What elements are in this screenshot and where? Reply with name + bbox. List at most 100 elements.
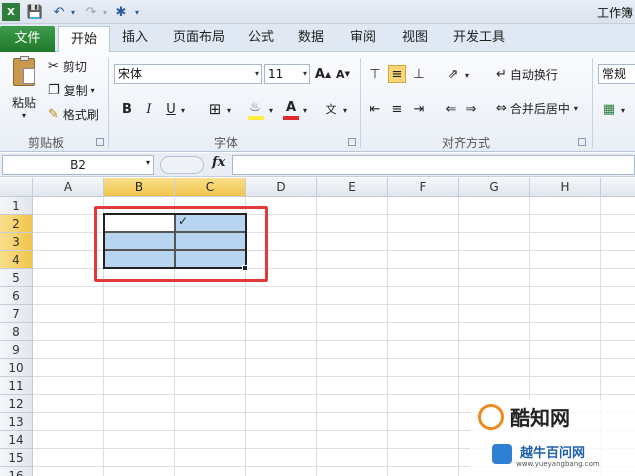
name-box[interactable]: B2	[2, 155, 154, 175]
font-launcher-icon[interactable]	[348, 138, 356, 146]
copy-button[interactable]: ❐ 复制 ▾	[48, 82, 95, 99]
group-divider	[360, 58, 361, 148]
save-icon[interactable]: 💾	[26, 3, 44, 21]
row-header-2[interactable]: 2	[0, 215, 33, 233]
paste-button[interactable]: 粘贴 ▾	[8, 56, 40, 128]
formula-input[interactable]	[232, 155, 635, 175]
gridline	[33, 340, 635, 341]
tab-review[interactable]: 审阅	[342, 24, 384, 52]
redo-dropdown-icon[interactable]: ▾	[100, 3, 110, 21]
tab-insert[interactable]: 插入	[112, 24, 158, 52]
row-header-16[interactable]: 16	[0, 467, 33, 476]
clipboard-launcher-icon[interactable]	[96, 138, 104, 146]
borders-icon[interactable]: ⊞	[206, 100, 224, 118]
tab-data[interactable]: 数据	[290, 24, 332, 52]
row-header-4[interactable]: 4	[0, 251, 33, 269]
row-header-1[interactable]: 1	[0, 197, 33, 215]
tab-view[interactable]: 视图	[394, 24, 436, 52]
shrink-font-icon[interactable]: A ▼	[334, 65, 352, 83]
underline-dropdown-icon[interactable]: ▾	[178, 101, 188, 119]
row-header-3[interactable]: 3	[0, 233, 33, 251]
accounting-format-icon[interactable]: ▦	[600, 100, 618, 118]
row-header-10[interactable]: 10	[0, 359, 33, 377]
fill-color-dropdown-icon[interactable]: ▾	[266, 101, 276, 119]
number-format-select[interactable]: 常规	[598, 64, 635, 84]
undo-dropdown-icon[interactable]: ▾	[68, 3, 78, 21]
copy-dropdown-icon[interactable]: ▾	[91, 86, 95, 95]
row-header-12[interactable]: 12	[0, 395, 33, 413]
merge-center-button[interactable]: ⇔ 合并后居中 ▾	[496, 100, 578, 117]
column-header-a[interactable]: A	[33, 178, 104, 197]
italic-button[interactable]: I	[140, 100, 158, 118]
phonetic-guide-icon[interactable]: 文	[322, 100, 340, 118]
align-center-icon[interactable]: ≡	[388, 100, 406, 118]
grow-font-icon[interactable]: A ▲	[314, 65, 332, 83]
column-header-h[interactable]: H	[530, 178, 601, 197]
align-middle-icon[interactable]: ≡	[388, 65, 406, 83]
font-name-dropdown-icon[interactable]: ▾	[255, 65, 259, 83]
borders-dropdown-icon[interactable]: ▾	[224, 101, 234, 119]
row-header-5[interactable]: 5	[0, 269, 33, 287]
insert-function-icon[interactable]: fx	[212, 155, 225, 170]
column-header-f[interactable]: F	[388, 178, 459, 197]
row-header-9[interactable]: 9	[0, 341, 33, 359]
window-title: 工作簿	[596, 6, 633, 20]
tab-formulas[interactable]: 公式	[240, 24, 282, 52]
wrap-text-button[interactable]: ↵ 自动换行	[496, 66, 558, 83]
tab-home[interactable]: 开始	[58, 26, 110, 53]
excel-app-icon[interactable]: X	[2, 3, 20, 21]
column-header-i[interactable]	[601, 178, 635, 197]
cut-label: 剪切	[62, 60, 87, 74]
fill-color-icon[interactable]: ♨	[246, 98, 264, 116]
font-name-select[interactable]: 宋体 ▾	[114, 64, 262, 84]
column-header-b[interactable]: B	[104, 178, 175, 197]
row-header-6[interactable]: 6	[0, 287, 33, 305]
align-top-icon[interactable]: ⊤	[366, 65, 384, 83]
formula-splitter[interactable]	[160, 156, 204, 174]
orientation-dropdown-icon[interactable]: ▾	[462, 66, 472, 84]
column-header-e[interactable]: E	[317, 178, 388, 197]
align-left-icon[interactable]: ⇤	[366, 100, 384, 118]
tools-icon[interactable]: ✱	[112, 3, 130, 21]
row-header-14[interactable]: 14	[0, 431, 33, 449]
phonetic-dropdown-icon[interactable]: ▾	[340, 101, 350, 119]
row-header-8[interactable]: 8	[0, 323, 33, 341]
font-size-value: 11	[268, 67, 284, 81]
alignment-launcher-icon[interactable]	[578, 138, 586, 146]
paste-dropdown-icon[interactable]: ▾	[22, 111, 26, 120]
accounting-dropdown-icon[interactable]: ▾	[618, 101, 628, 119]
gridline	[458, 197, 459, 476]
align-right-icon[interactable]: ⇥	[410, 100, 428, 118]
customize-qat-icon[interactable]: ▾	[132, 3, 142, 21]
font-color-icon[interactable]: A	[282, 98, 300, 116]
font-color-dropdown-icon[interactable]: ▾	[300, 101, 310, 119]
redo-icon[interactable]: ↷	[82, 3, 100, 21]
column-header-c[interactable]: C	[175, 178, 246, 197]
column-header-g[interactable]: G	[459, 178, 530, 197]
format-painter-button[interactable]: ✎ 格式刷	[48, 106, 99, 123]
orientation-icon[interactable]: ⇗	[444, 65, 462, 83]
worksheet-grid[interactable]: A B C D E F G H 1 2 3 4 5 6 7 8 9 10 11 …	[0, 178, 635, 476]
gridline	[33, 376, 635, 377]
align-bottom-icon[interactable]: ⊥	[410, 65, 428, 83]
tab-developer[interactable]: 开发工具	[446, 24, 512, 52]
column-header-d[interactable]: D	[246, 178, 317, 197]
row-header-11[interactable]: 11	[0, 377, 33, 395]
cut-button[interactable]: ✂ 剪切	[48, 58, 87, 75]
select-all-corner[interactable]	[0, 178, 33, 197]
tab-page-layout[interactable]: 页面布局	[166, 24, 232, 52]
decrease-indent-icon[interactable]: ⇐	[442, 100, 460, 118]
increase-indent-icon[interactable]: ⇒	[462, 100, 480, 118]
merge-center-dropdown-icon[interactable]: ▾	[574, 104, 578, 113]
name-box-dropdown-icon[interactable]: ▾	[146, 158, 150, 167]
row-header-15[interactable]: 15	[0, 449, 33, 467]
undo-icon[interactable]: ↶	[50, 3, 68, 21]
bold-button[interactable]: B	[118, 100, 136, 118]
tab-file[interactable]: 文件	[0, 26, 55, 52]
row-header-13[interactable]: 13	[0, 413, 33, 431]
fill-color-swatch	[248, 116, 264, 120]
row-header-7[interactable]: 7	[0, 305, 33, 323]
font-size-select[interactable]: 11 ▾	[264, 64, 310, 84]
watermark-text: 酷知网	[510, 406, 570, 430]
font-size-dropdown-icon[interactable]: ▾	[303, 65, 307, 83]
